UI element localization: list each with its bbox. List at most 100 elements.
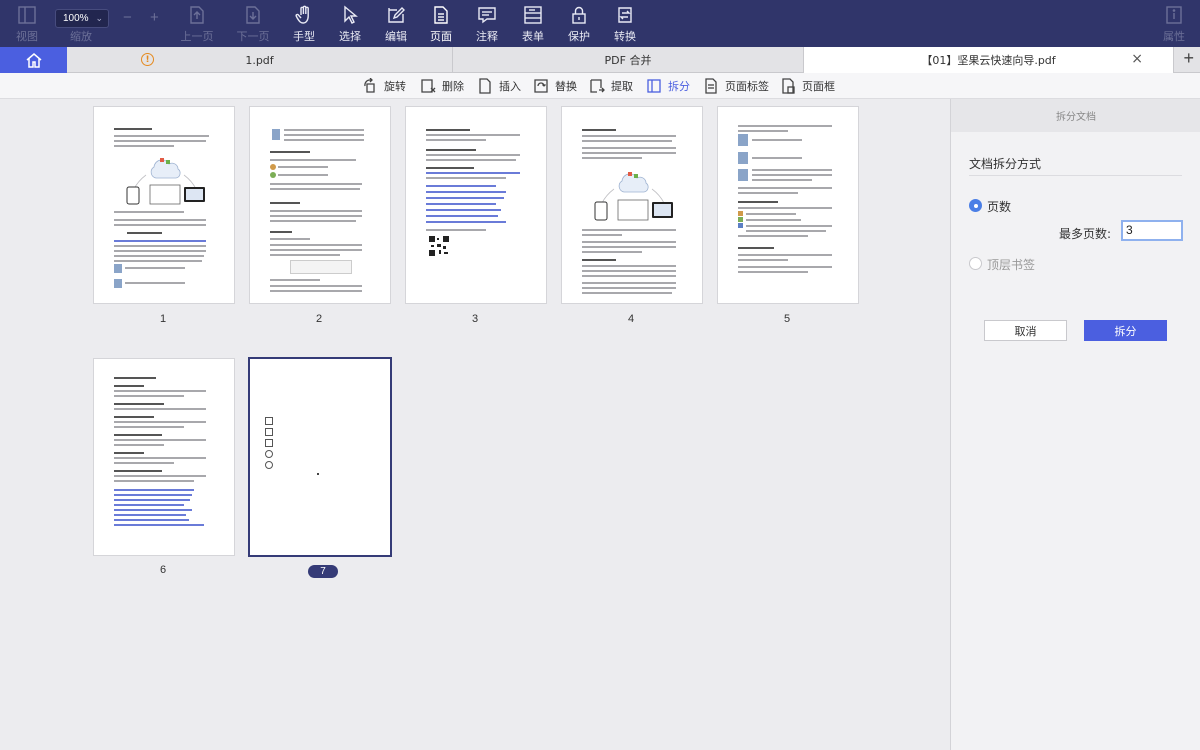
- page-number: 6: [159, 564, 167, 576]
- tab-pdf-merge[interactable]: PDF 合并: [453, 47, 804, 73]
- extract-page-icon: [590, 79, 605, 93]
- warning-icon: !: [141, 53, 154, 66]
- lock-icon: [572, 6, 586, 24]
- comment-icon: [478, 6, 496, 23]
- edit-button[interactable]: 编辑: [373, 4, 419, 44]
- page-thumbnail-4[interactable]: [561, 106, 703, 304]
- hand-icon: [295, 5, 309, 24]
- replace-page-icon: [534, 79, 548, 93]
- comment-label: 注释: [476, 30, 498, 43]
- edit-icon: [388, 6, 405, 23]
- next-page-icon: [246, 5, 260, 24]
- page-thumbnail-1[interactable]: [93, 106, 235, 304]
- info-icon: [1166, 5, 1182, 24]
- view-label: 视图: [16, 30, 38, 43]
- page-number: 1: [159, 313, 167, 325]
- next-page-button[interactable]: 下一页: [230, 4, 276, 44]
- form-label: 表单: [522, 30, 544, 43]
- page-box-icon: [782, 78, 795, 94]
- rotate-label: 旋转: [384, 80, 406, 93]
- delete-page-label: 删除: [442, 80, 464, 93]
- chevron-down-icon: ⌄: [95, 13, 103, 23]
- page-thumbnail-2[interactable]: [249, 106, 391, 304]
- add-tab-button[interactable]: +: [1183, 48, 1194, 69]
- cancel-button[interactable]: 取消: [984, 320, 1067, 341]
- prev-page-icon: [190, 5, 204, 24]
- select-tool-button[interactable]: 选择: [327, 4, 373, 44]
- delete-page-button[interactable]: 删除: [420, 77, 464, 95]
- tab-label: 【01】坚果云快速向导.pdf: [921, 54, 1056, 67]
- insert-page-button[interactable]: 插入: [477, 77, 521, 95]
- zoom-in-button[interactable]: +: [150, 9, 159, 26]
- view-icon: [18, 5, 36, 24]
- page-thumbnail-5[interactable]: [717, 106, 859, 304]
- tab-label: 1.pdf: [245, 53, 274, 67]
- properties-button[interactable]: 属性: [1151, 4, 1197, 44]
- cloud-devices-illustration: [126, 158, 205, 205]
- panel-header: 拆分文档: [951, 99, 1200, 132]
- rotate-icon: [364, 78, 375, 93]
- page-box-button[interactable]: 页面框: [780, 77, 835, 95]
- divider: [969, 175, 1182, 176]
- view-button[interactable]: 视图: [4, 4, 50, 44]
- radio-pages[interactable]: [969, 199, 982, 212]
- page-thumbnail-7[interactable]: [248, 357, 392, 557]
- prev-page-label: 上一页: [180, 30, 214, 43]
- home-icon: [26, 53, 41, 68]
- cloud-devices-illustration: [594, 172, 673, 221]
- zoom-label: 缩放: [70, 30, 92, 43]
- tab-active-document[interactable]: 【01】坚果云快速向导.pdf ×: [804, 47, 1174, 73]
- convert-label: 转换: [614, 30, 636, 43]
- qr-code-image: [428, 235, 450, 257]
- page-label-icon: [705, 78, 717, 94]
- split-method-title: 文档拆分方式: [969, 157, 1042, 171]
- replace-page-label: 替换: [555, 80, 577, 93]
- extract-page-label: 提取: [611, 80, 633, 93]
- max-pages-input[interactable]: 3: [1121, 220, 1183, 241]
- radio-top-bookmarks[interactable]: [969, 257, 982, 270]
- extract-page-button[interactable]: 提取: [589, 77, 633, 95]
- split-button[interactable]: 拆分: [646, 77, 690, 95]
- page-thumbnails-area: 1 2 3 4 5 6 7: [0, 99, 950, 750]
- close-icon[interactable]: ×: [1131, 51, 1143, 67]
- replace-page-button[interactable]: 替换: [533, 77, 577, 95]
- split-confirm-button[interactable]: 拆分: [1084, 320, 1167, 341]
- page-icon: [434, 5, 448, 24]
- rotate-button[interactable]: 旋转: [362, 77, 406, 95]
- tab-label: PDF 合并: [604, 54, 652, 67]
- page-label: 页面: [430, 30, 452, 43]
- next-page-label: 下一页: [236, 30, 270, 43]
- edit-label: 编辑: [385, 30, 407, 43]
- hand-tool-button[interactable]: 手型: [281, 4, 327, 44]
- tab-1-pdf[interactable]: ! 1.pdf: [67, 47, 453, 73]
- zoom-select[interactable]: 100% ⌄: [55, 9, 109, 28]
- select-tool-label: 选择: [339, 30, 361, 43]
- form-icon: [524, 5, 542, 24]
- page-thumbnail-6[interactable]: [93, 358, 235, 556]
- selected-page-number: 7: [308, 565, 338, 578]
- page-label-button[interactable]: 页面标签: [703, 77, 769, 95]
- split-icon: [647, 79, 661, 93]
- split-label: 拆分: [668, 80, 690, 93]
- convert-icon: [618, 6, 632, 23]
- hand-tool-label: 手型: [293, 30, 315, 43]
- page-button[interactable]: 页面: [418, 4, 464, 44]
- page-number: 3: [471, 313, 479, 325]
- protect-button[interactable]: 保护: [556, 4, 602, 44]
- home-button[interactable]: [0, 47, 67, 73]
- prev-page-button[interactable]: 上一页: [174, 4, 220, 44]
- convert-button[interactable]: 转换: [602, 4, 648, 44]
- protect-label: 保护: [568, 30, 590, 43]
- insert-page-icon: [479, 78, 491, 94]
- form-button[interactable]: 表单: [510, 4, 556, 44]
- page-label-text: 页面标签: [725, 80, 769, 93]
- zoom-value: 100%: [63, 13, 89, 24]
- select-cursor-icon: [344, 5, 358, 24]
- comment-button[interactable]: 注释: [464, 4, 510, 44]
- page-thumbnail-3[interactable]: [405, 106, 547, 304]
- zoom-out-button[interactable]: −: [123, 9, 132, 26]
- insert-page-label: 插入: [499, 80, 521, 93]
- page-number: 2: [315, 313, 323, 325]
- page-number: 4: [627, 313, 635, 325]
- document-tab-bar: ! 1.pdf PDF 合并 【01】坚果云快速向导.pdf × +: [0, 47, 1200, 73]
